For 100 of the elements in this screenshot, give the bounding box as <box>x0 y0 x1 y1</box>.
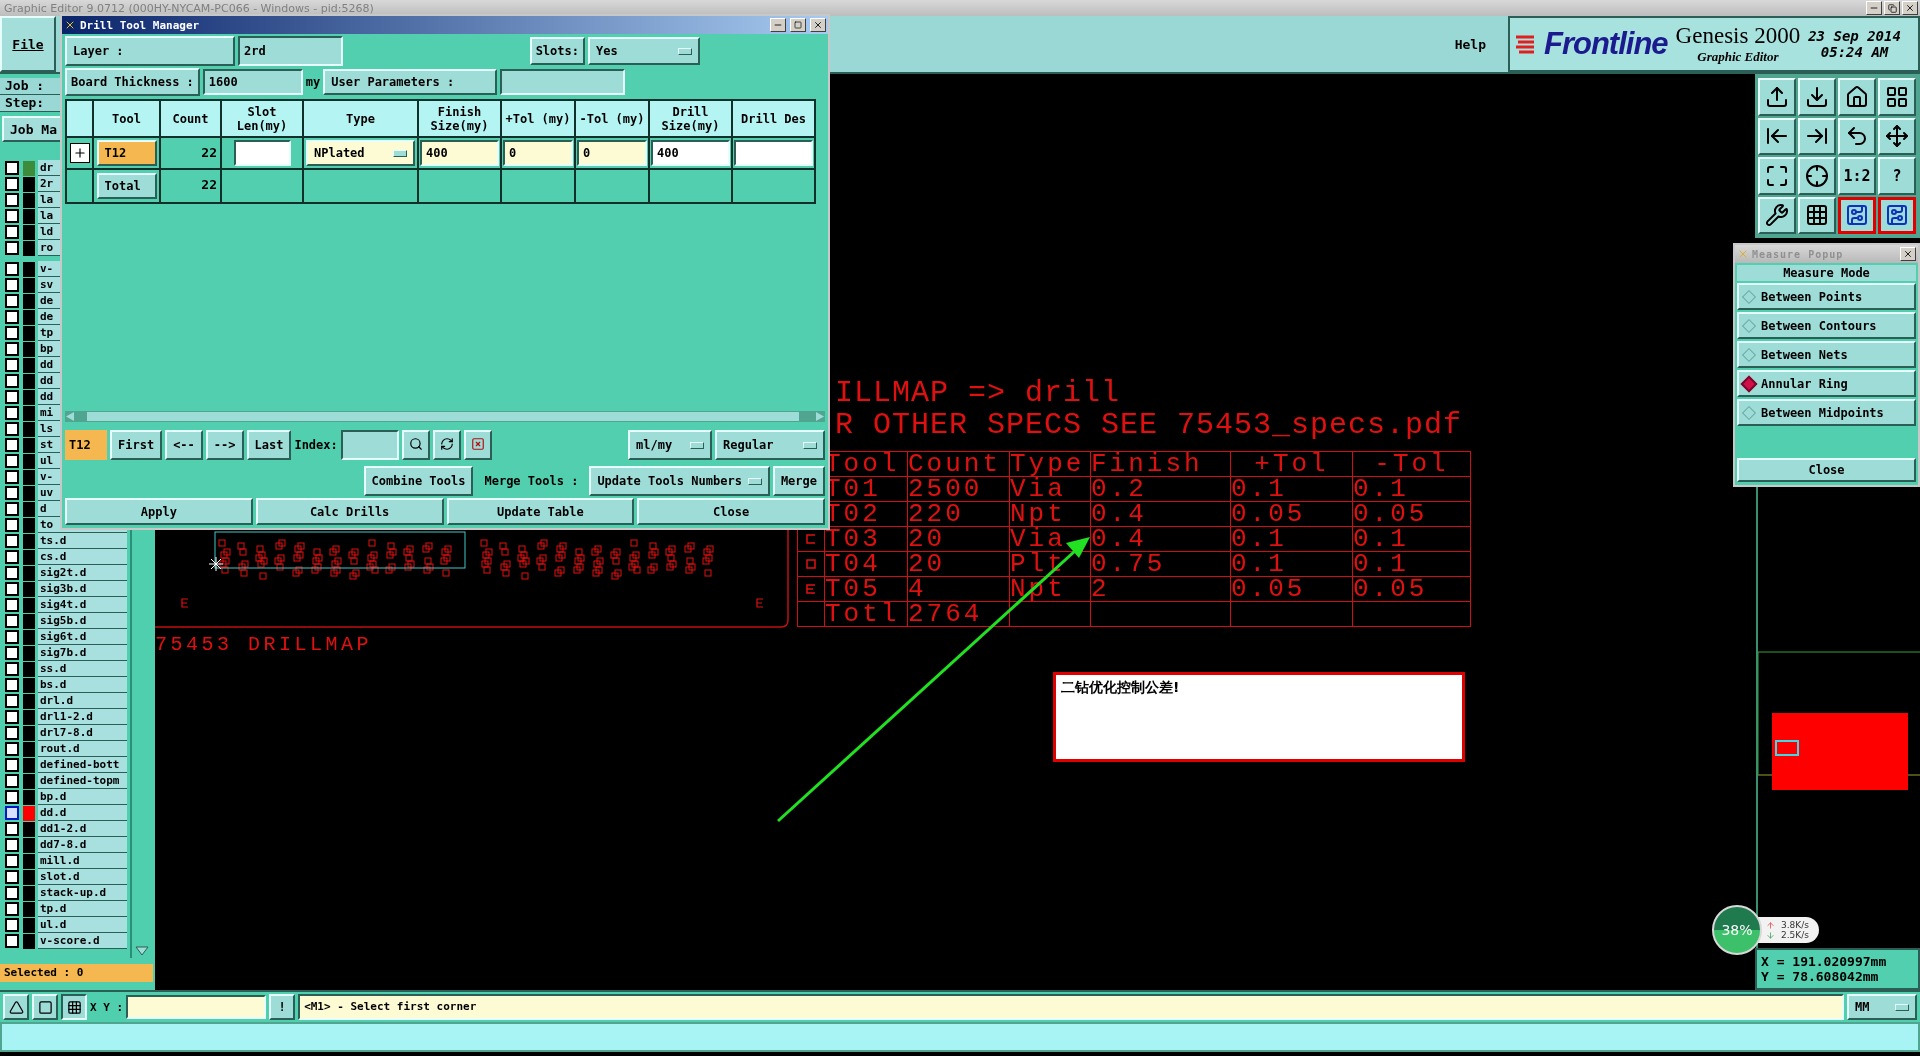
layer-list-item[interactable]: drl.d <box>38 693 127 709</box>
layer-list-item[interactable]: dd7-8.d <box>38 837 127 853</box>
restore-button[interactable] <box>1884 1 1900 15</box>
layer-checkbox[interactable] <box>5 454 19 468</box>
plus-tolerance-field[interactable]: 0 <box>503 140 573 166</box>
slot-length-field[interactable] <box>233 140 291 166</box>
toolbar-button[interactable]: ? <box>1878 157 1916 195</box>
action-button[interactable]: Apply <box>65 498 253 525</box>
layer-checkbox[interactable] <box>5 694 19 708</box>
delete-button[interactable] <box>463 430 492 460</box>
minus-tolerance-field[interactable]: 0 <box>577 140 647 166</box>
toolbar-button[interactable] <box>1758 117 1796 155</box>
layer-list-item[interactable]: mill.d <box>38 853 127 869</box>
drill-des-field[interactable] <box>734 140 813 166</box>
toolbar-button[interactable] <box>1758 157 1796 195</box>
layer-checkbox[interactable] <box>5 758 19 772</box>
type-dropdown[interactable]: NPlated <box>306 140 415 166</box>
layer-list-item[interactable]: tp.d <box>38 901 127 917</box>
layer-checkbox[interactable] <box>5 934 19 948</box>
horizontal-scrollbar[interactable] <box>65 411 825 422</box>
layer-checkbox[interactable] <box>5 262 19 276</box>
layer-list-item[interactable]: sig7b.d <box>38 645 127 661</box>
layer-list-item[interactable]: sig5b.d <box>38 613 127 629</box>
radio-option[interactable]: Annular Ring <box>1737 370 1916 397</box>
radio-option[interactable]: Between Nets <box>1737 341 1916 368</box>
layer-list-item[interactable]: stack-up.d <box>38 885 127 901</box>
layer-list-item[interactable]: sig3b.d <box>38 581 127 597</box>
layer-list-item[interactable]: defined-bott <box>38 757 127 773</box>
layer-checkbox[interactable] <box>5 278 19 292</box>
layer-checkbox[interactable] <box>5 326 19 340</box>
toolbar-button[interactable] <box>1758 196 1796 234</box>
tool-button[interactable] <box>61 994 87 1020</box>
toolbar-button[interactable] <box>1798 117 1836 155</box>
layer-list-item[interactable]: rout.d <box>38 741 127 757</box>
layer-list-item[interactable]: v-score.d <box>38 933 127 949</box>
layer-checkbox[interactable] <box>5 486 19 500</box>
layer-list-item[interactable]: drl7-8.d <box>38 725 127 741</box>
layer-checkbox[interactable] <box>5 374 19 388</box>
user-parameters-button[interactable]: User Parameters : <box>323 69 498 95</box>
layer-list-item[interactable]: sig2t.d <box>38 565 127 581</box>
layer-button[interactable]: Layer : <box>65 36 235 66</box>
layer-checkbox[interactable] <box>5 582 19 596</box>
layer-list-item[interactable]: bs.d <box>38 677 127 693</box>
layer-checkbox[interactable] <box>5 534 19 548</box>
layer-checkbox[interactable] <box>5 838 19 852</box>
thickness-field[interactable]: 1600 <box>202 69 303 95</box>
action-button[interactable]: Calc Drills <box>255 498 444 525</box>
layer-checkbox[interactable] <box>5 294 19 308</box>
radio-option[interactable]: Between Midpoints <box>1737 399 1916 426</box>
layer-list-item[interactable]: slot.d <box>38 869 127 885</box>
layer-checkbox[interactable] <box>5 726 19 740</box>
layer-checkbox[interactable] <box>5 822 19 836</box>
nav-button[interactable]: Last <box>246 430 292 460</box>
mode-dropdown[interactable]: Regular <box>715 430 825 460</box>
layer-checkbox[interactable] <box>5 662 19 676</box>
layer-checkbox[interactable] <box>5 790 19 804</box>
layer-checkbox[interactable] <box>5 241 19 255</box>
layer-list-item[interactable]: cs.d <box>38 549 127 565</box>
total-button[interactable]: Total <box>96 173 157 199</box>
units-dropdown[interactable]: MM <box>1847 994 1917 1020</box>
toolbar-button[interactable] <box>1878 78 1916 116</box>
layer-checkbox[interactable] <box>5 310 19 324</box>
layer-list-item[interactable]: bp.d <box>38 789 127 805</box>
index-field[interactable] <box>340 430 399 460</box>
layer-checkbox[interactable] <box>5 598 19 612</box>
toolbar-button[interactable] <box>1798 196 1836 234</box>
help-menu[interactable]: Help <box>1454 36 1486 52</box>
layer-checkbox[interactable] <box>5 774 19 788</box>
layer-checkbox[interactable] <box>5 918 19 932</box>
layer-list-item[interactable]: ss.d <box>38 661 127 677</box>
xy-input[interactable] <box>126 995 267 1019</box>
layer-checkbox[interactable] <box>5 502 19 516</box>
layer-checkbox[interactable] <box>5 470 19 484</box>
minimize-button[interactable] <box>1866 1 1882 15</box>
layer-checkbox[interactable] <box>5 550 19 564</box>
tool-button[interactable]: T12 <box>96 140 157 166</box>
layer-list-item[interactable]: ts.d <box>38 533 127 549</box>
toolbar-button[interactable] <box>1798 157 1836 195</box>
drill-size-field[interactable]: 400 <box>651 140 730 166</box>
toolbar-button[interactable] <box>1878 196 1916 234</box>
layer-field[interactable]: 2rd <box>238 36 343 66</box>
toolbar-button[interactable] <box>1758 78 1796 116</box>
close-button[interactable] <box>1900 247 1916 261</box>
layer-checkbox[interactable] <box>5 193 19 207</box>
search-button[interactable] <box>401 430 430 460</box>
layer-checkbox[interactable] <box>5 225 19 239</box>
refresh-button[interactable] <box>432 430 461 460</box>
layer-list-item[interactable]: drl1-2.d <box>38 709 127 725</box>
layer-list-item[interactable]: sig6t.d <box>38 629 127 645</box>
layer-checkbox[interactable] <box>5 438 19 452</box>
layer-list-item[interactable]: dd1-2.d <box>38 821 127 837</box>
action-button[interactable]: Close <box>637 498 825 525</box>
layer-checkbox[interactable] <box>5 614 19 628</box>
layer-list-item[interactable]: defined-topm <box>38 773 127 789</box>
combine-tools-button[interactable]: Combine Tools <box>363 466 474 496</box>
layer-checkbox[interactable] <box>5 422 19 436</box>
layer-checkbox[interactable] <box>5 566 19 580</box>
layer-checkbox[interactable] <box>5 710 19 724</box>
close-button[interactable] <box>810 18 826 32</box>
layer-checkbox[interactable] <box>5 518 19 532</box>
